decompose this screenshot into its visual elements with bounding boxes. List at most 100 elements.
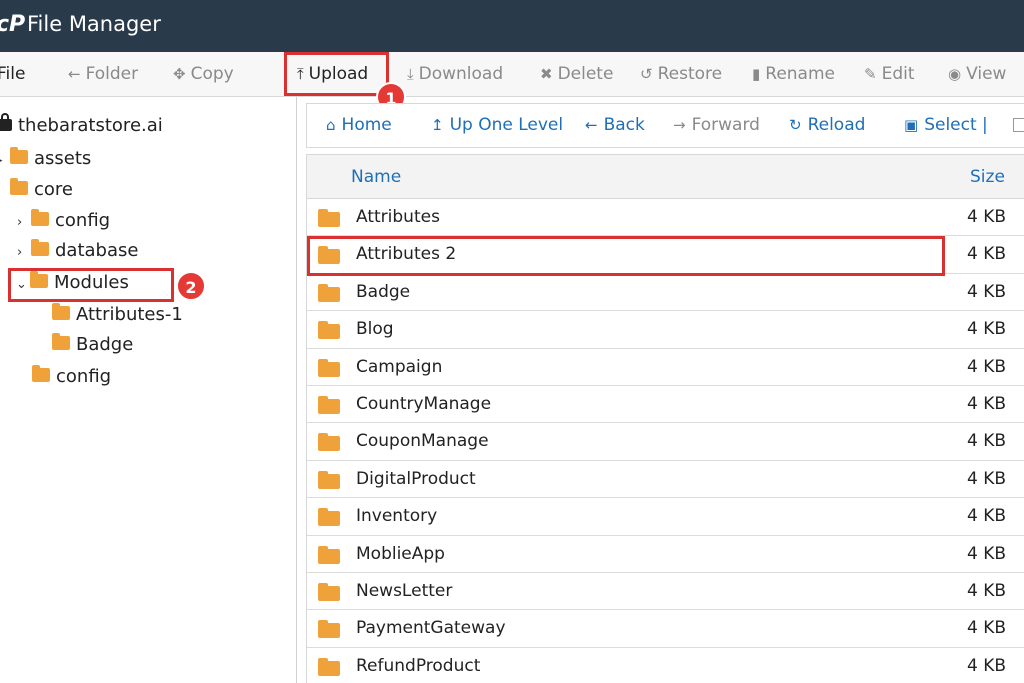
home-button[interactable]: ⌂ Home [326,104,392,147]
file-name: Badge [356,281,411,302]
file-size: 4 KB [966,468,1006,489]
table-row[interactable]: Attributes 4 KB [307,199,1024,237]
tree-item-attributes-1[interactable]: Attributes-1 [52,301,183,329]
folder-icon [31,209,49,226]
arrow-left-icon: ← [585,116,598,134]
folder-icon [10,147,28,164]
rename-button[interactable]: ▮ Rename [752,52,835,96]
file-name: DigitalProduct [356,468,476,489]
folder-icon [52,303,70,320]
tree-item-config-2[interactable]: config [32,363,111,391]
folder-icon [318,433,340,452]
file-size: 4 KB [966,655,1006,676]
undo-icon: ↺ [640,65,653,83]
file-size: 4 KB [966,319,1006,340]
cpanel-logo: cP [0,12,26,37]
table-row[interactable]: NewsLetter 4 KB [307,572,1024,611]
refresh-icon: ↻ [789,116,802,134]
reload-button[interactable]: ↻ Reload [789,104,865,147]
folder-icon [52,333,70,350]
file-name: Blog [356,319,394,340]
table-row[interactable]: CouponManage 4 KB [307,423,1024,461]
table-row[interactable]: MoblieApp 4 KB [307,535,1024,573]
folder-icon [318,358,340,377]
folder-icon [318,283,340,302]
edit-button[interactable]: ✎ Edit [864,52,915,96]
table-row[interactable]: Badge 4 KB [307,273,1024,312]
file-name: RefundProduct [356,655,481,676]
folder-icon [318,508,340,527]
back-button[interactable]: ← Back [585,104,645,147]
column-header-size[interactable]: Size [970,155,1005,199]
delete-button[interactable]: ✖ Delete [540,52,613,96]
file-name: Campaign [356,356,443,377]
select-checkbox[interactable] [1013,118,1024,132]
chevron-right-icon: › [17,215,23,230]
folder-icon [32,365,50,382]
table-row[interactable]: Blog 4 KB [307,311,1024,349]
folder-icon [318,209,340,227]
folder-icon [318,395,340,414]
table-header: Name Size [307,155,1024,199]
move-icon: ✥ [173,65,186,83]
file-table: Name Size Attributes 4 KB Attributes 24 KB… [306,154,1024,683]
tree-item-config[interactable]: › config [17,207,110,235]
table-row[interactable]: PaymentGateway 4 KB [307,610,1024,648]
file-name: MoblieApp [356,543,445,564]
folder-icon [318,620,340,639]
file-size: 4 KB [966,281,1006,302]
tree-item-assets[interactable]: ▸assets [0,145,91,173]
folder-icon [318,657,340,676]
file-size: 4 KB [966,431,1006,452]
file-icon: ▮ [752,65,761,83]
tree-item-core[interactable]: core [10,176,73,204]
toolbar: File ← Folder ✥ Copy ⤒ Upload ⤓ Download ✖ De… [0,52,1024,97]
file-name: CountryManage [356,393,492,414]
table-row[interactable]: Inventory 4 KB [307,498,1024,536]
select-all-button[interactable]: ▣ Select | [904,104,988,147]
directory-tree: thebaratstore.ai ▸assets core ›config ›d… [0,97,297,683]
up-one-level-button[interactable]: ↥ Up One Level [431,104,563,147]
file-name: Inventory [356,506,438,527]
upload-highlight-box [284,52,389,96]
lock-icon [0,113,12,131]
table-row[interactable]: DigitalProduct 4 KB [307,460,1024,499]
file-size: 4 KB [966,618,1006,639]
forward-button[interactable]: → Forward [673,104,760,147]
folder-icon [318,470,340,489]
caret-right-icon: ▸ [0,147,10,175]
app-title: File Manager [27,12,161,36]
restore-button[interactable]: ↺ Restore [640,52,722,96]
folder-icon [31,239,49,256]
file-size: 4 KB [966,356,1006,377]
pencil-icon: ✎ [864,65,877,83]
new-folder-button[interactable]: ← Folder [68,52,138,96]
row-highlight-box [307,236,945,276]
file-name: PaymentGateway [356,618,506,639]
new-file-button[interactable]: File [0,52,25,96]
file-size: 4 KB [966,393,1006,414]
tree-root[interactable]: thebaratstore.ai [0,112,163,140]
arrow-left-icon: ← [68,65,81,83]
view-button[interactable]: ◉ View [948,52,1006,96]
table-row[interactable]: Campaign 4 KB [307,348,1024,386]
table-row[interactable]: RefundProduct 4 KB [307,647,1024,683]
folder-open-icon [10,178,28,195]
download-button[interactable]: ⤓ Download [407,52,503,96]
tree-item-database[interactable]: › database [17,237,138,265]
file-size: 4 KB [966,506,1006,527]
file-size: 4 KB [966,244,1006,265]
tree-item-badge[interactable]: Badge [52,331,133,359]
file-size: 4 KB [966,207,1006,227]
chevron-right-icon: › [17,245,23,260]
close-icon: ✖ [540,65,553,83]
copy-button[interactable]: ✥ Copy [173,52,234,96]
file-name: Attributes [356,207,440,227]
file-name: NewsLetter [356,580,453,601]
column-header-name[interactable]: Name [351,155,401,199]
download-icon: ⤓ [407,65,414,83]
folder-icon [318,545,340,564]
file-list-pane: ⌂ Home ↥ Up One Level ← Back → Forward ↻ Relo… [306,97,1024,683]
table-row[interactable]: CountryManage 4 KB [307,385,1024,424]
modules-highlight-box [8,268,174,302]
